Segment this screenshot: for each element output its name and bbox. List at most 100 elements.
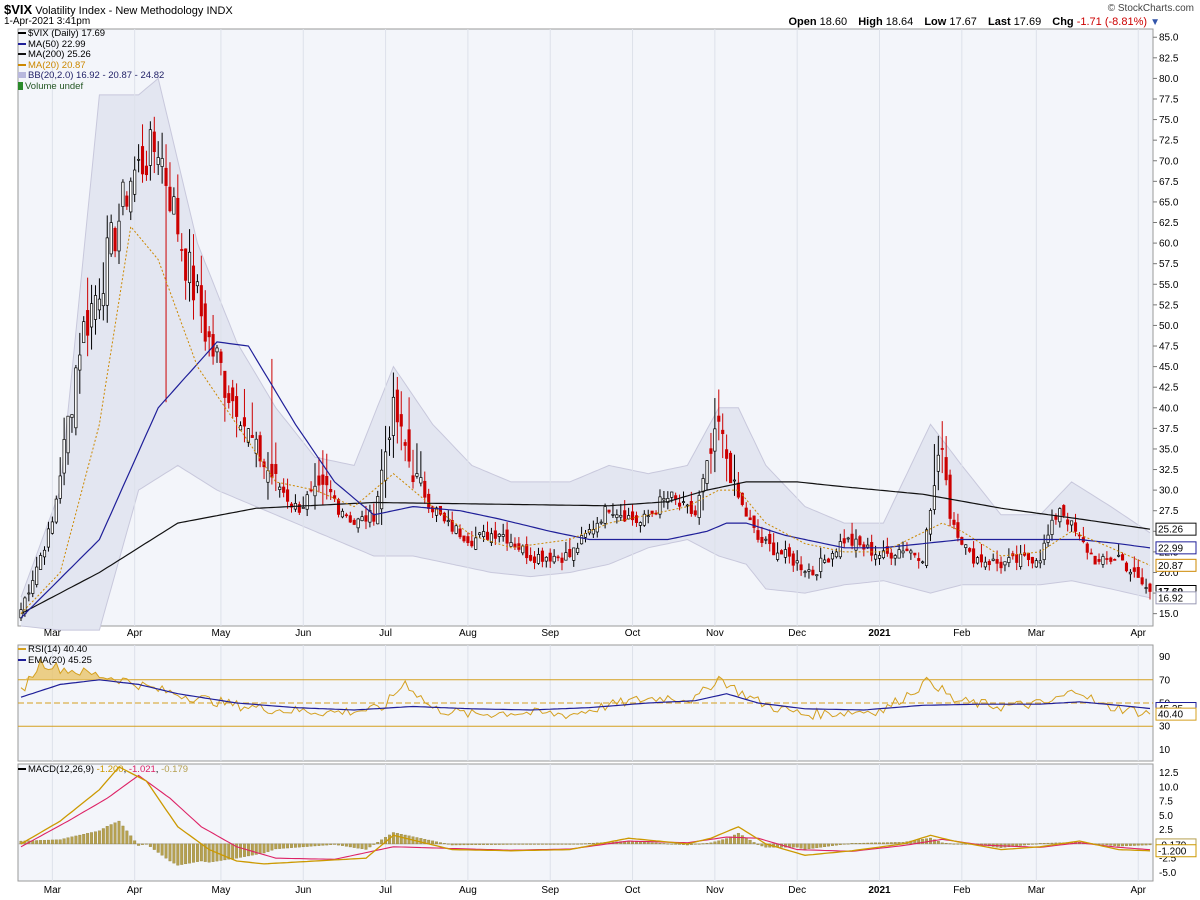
macd-histogram-bar (180, 843, 184, 865)
macd-histogram-bar (517, 843, 521, 845)
candle-body (93, 295, 98, 320)
candle-body (195, 281, 199, 287)
macd-histogram-bar (1034, 843, 1038, 845)
candle-body (39, 555, 43, 570)
candle-body (270, 463, 274, 478)
candle-body (227, 393, 231, 403)
candle-body (854, 538, 858, 551)
macd-histogram-bar (1030, 843, 1034, 845)
macd-histogram-bar (744, 837, 748, 845)
candle-body (944, 457, 948, 481)
macd-histogram-bar (697, 843, 701, 845)
rsi-y-tick-label: 70 (1159, 675, 1171, 686)
candle-body (129, 180, 133, 213)
macd-histogram-bar (1042, 843, 1046, 845)
candle-body (787, 547, 791, 557)
macd-histogram-bar (842, 843, 846, 845)
candle-body (693, 510, 697, 516)
macd-histogram-bar (1038, 843, 1042, 845)
macd-histogram-bar (548, 843, 552, 845)
macd-y-tick-label: 10.0 (1159, 782, 1179, 793)
candle-body (807, 569, 811, 572)
macd-histogram-bar (35, 840, 39, 845)
macd-histogram-bar (866, 842, 870, 845)
candle-body (54, 498, 58, 523)
candle-body (991, 558, 995, 561)
macd-histogram-bar (795, 843, 799, 848)
candle-body (850, 533, 854, 546)
candle-body (580, 535, 584, 545)
macd-histogram-bar (282, 843, 286, 849)
macd-histogram-bar (46, 839, 50, 845)
macd-histogram-bar (885, 842, 889, 845)
macd-histogram-bar (521, 843, 525, 845)
candle-body (866, 544, 870, 548)
candle-body (105, 237, 109, 306)
x-tick-label: Mar (1028, 628, 1046, 639)
macd-histogram-bar (1097, 843, 1101, 845)
macd-histogram-bar (1128, 843, 1132, 846)
candle-body (176, 197, 180, 235)
candle-body (466, 536, 470, 544)
macd-histogram-bar (493, 843, 497, 845)
macd-histogram-bar (960, 843, 964, 845)
macd-histogram-bar (164, 843, 168, 859)
candle-body (960, 537, 964, 545)
x-tick-label: Nov (706, 628, 724, 639)
symbol: $VIX (4, 2, 33, 17)
macd-histogram-bar (239, 843, 242, 858)
candle-body (611, 513, 615, 516)
candle-body (713, 428, 717, 452)
macd-histogram-bar (576, 843, 580, 845)
macd-histogram-bar (878, 842, 881, 845)
macd-histogram-bar (305, 843, 309, 847)
candle-body (921, 561, 925, 564)
candle-body (207, 331, 211, 338)
macd-histogram-bar (337, 843, 340, 846)
candle-body (603, 506, 607, 524)
macd-histogram-bar (97, 830, 101, 845)
macd-histogram-bar (286, 843, 290, 849)
macd-histogram-bar (105, 826, 109, 845)
candle-body (407, 429, 411, 462)
candle-body (156, 157, 160, 165)
candle-body (658, 496, 662, 515)
macd-histogram-bar (207, 843, 211, 863)
candle-body (58, 475, 62, 499)
y-tick-label: 45.0 (1159, 362, 1179, 373)
candle-body (474, 537, 478, 550)
x-tick-label-bottom: Mar (44, 885, 62, 896)
candle-body (901, 550, 905, 554)
x-tick-label: May (211, 628, 230, 639)
candle-body (670, 491, 674, 498)
chevron-down-icon[interactable]: ▼ (1150, 17, 1160, 28)
candle-body (109, 222, 113, 255)
macd-histogram-bar (838, 843, 842, 845)
candle-body (870, 542, 874, 556)
macd-histogram-bar (466, 843, 470, 846)
macd-histogram-bar (439, 842, 442, 845)
candle-body (540, 550, 544, 562)
candle-body (423, 480, 427, 498)
macd-histogram-bar (250, 843, 254, 856)
candle-body (384, 451, 388, 481)
macd-histogram-bar (1140, 843, 1144, 846)
macd-histogram-bar (552, 843, 556, 845)
candle-body (964, 544, 968, 548)
candle-body (615, 514, 619, 518)
macd-histogram-bar (748, 839, 752, 845)
candle-body (50, 521, 54, 534)
macd-histogram-bar (94, 831, 97, 845)
macd-histogram-bar (674, 843, 678, 845)
macd-histogram-bar (372, 843, 376, 845)
macd-histogram-bar (368, 843, 372, 848)
macd-histogram-bar (540, 843, 544, 845)
candle-body (340, 510, 345, 518)
candle-body (1113, 559, 1117, 561)
candle-body (1058, 508, 1062, 523)
macd-histogram-bar (1109, 843, 1113, 846)
macd-histogram-bar (109, 824, 113, 845)
candle-body (968, 548, 972, 552)
legend-ma50: MA(50) 22.99 (28, 38, 86, 50)
macd-histogram-bar (43, 840, 46, 845)
